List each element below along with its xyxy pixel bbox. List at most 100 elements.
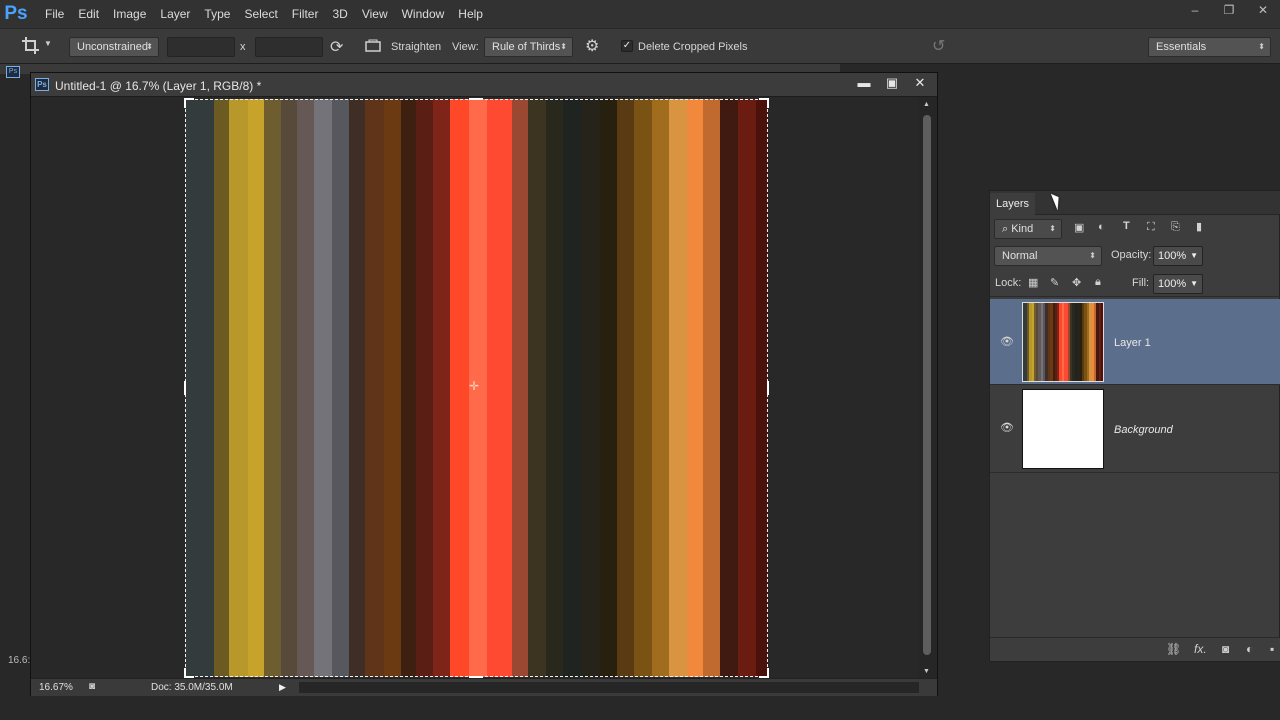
scroll-up-icon[interactable]: ▲ [923,101,930,108]
type-filter-icon[interactable]: T [1123,220,1130,232]
layer-style-fx-icon[interactable]: fx. [1194,642,1207,656]
pixel-filter-icon[interactable]: ▣ [1074,221,1084,234]
menu-bar: Ps File Edit Image Layer Type Select Fil… [0,0,1280,28]
crop-handle-left[interactable] [184,381,186,395]
scroll-thumb[interactable] [923,115,931,655]
document-window: Ps Untitled-1 @ 16.7% (Layer 1, RGB/8) *… [30,72,938,696]
workspace-dropdown[interactable]: Essentials ⬍ [1148,37,1271,57]
blend-mode-dropdown[interactable]: Normal ⬍ [994,246,1102,266]
crop-handle-right[interactable] [767,381,769,395]
adjustment-layer-icon[interactable]: ◐ [1246,642,1253,656]
checkmark-icon: ✓ [622,40,632,51]
swap-rotate-icon[interactable]: ⟳ [330,37,343,57]
doc-close-button[interactable]: ✕ [913,75,927,91]
crop-handle-top-right[interactable] [759,98,769,108]
layers-tab[interactable]: Layers [990,193,1036,215]
doc-minimize-button[interactable]: ▬ [857,75,871,91]
crop-width-field[interactable] [167,37,235,57]
visibility-eye-icon[interactable]: 👁︎ [1000,421,1014,434]
menu-window[interactable]: Window [395,0,452,28]
menu-3d[interactable]: 3D [325,0,354,28]
status-bar: 16.67% ◙ Doc: 35.0M/35.0M ▶ [31,678,937,696]
search-icon: ⌕ [1002,223,1012,235]
chevron-down-icon[interactable]: ▼ [1190,247,1198,265]
layer-row-background[interactable]: 👁︎ Background [990,385,1280,473]
crop-handle-bottom-right[interactable] [759,668,769,678]
fill-field[interactable]: 100% ▼ [1153,274,1203,294]
close-button[interactable]: ✕ [1254,3,1272,17]
ps-document-icon: Ps [6,66,20,78]
lock-label: Lock: [995,277,1022,289]
link-layers-icon[interactable]: ⛓ [1166,642,1181,656]
blend-row: Normal ⬍ Opacity: 100% ▼ [990,243,1280,269]
menu-help[interactable]: Help [451,0,490,28]
new-group-icon[interactable]: ▪ [1270,642,1274,656]
scroll-down-icon[interactable]: ▼ [923,668,930,675]
background-layer-name[interactable]: Background [1114,424,1173,436]
chevron-down-icon[interactable]: ▼ [1190,275,1198,293]
crop-tool-button[interactable] [20,36,42,56]
view-label: View: [452,41,479,53]
menu-edit[interactable]: Edit [71,0,106,28]
reset-icon[interactable]: ↺ [932,36,945,56]
straighten-icon [365,39,381,52]
menu-select[interactable]: Select [237,0,284,28]
lock-transparent-icon[interactable]: ▦ [1028,276,1038,289]
lock-row: Lock: ▦ ✎ ✥ 🔒︎ Fill: 100% ▼ [990,271,1280,297]
adjustment-filter-icon[interactable]: ◐ [1098,221,1105,233]
filter-toggle-icon[interactable]: ▮ [1196,220,1202,233]
restore-button[interactable]: ❐ [1220,3,1238,17]
updown-icon: ⬍ [1089,251,1096,260]
menu-view[interactable]: View [355,0,395,28]
horizontal-scrollbar[interactable] [299,682,919,693]
crop-handle-top-left[interactable] [184,98,194,108]
layer-row-layer-1[interactable]: 👁︎ Layer 1 [990,299,1280,385]
layers-panel-footer: ⛓ fx. ◙ ◐ ▪ [990,637,1280,661]
crop-handle-top[interactable] [469,98,483,100]
gear-icon[interactable]: ⚙ [585,36,599,56]
document-titlebar[interactable]: Ps Untitled-1 @ 16.7% (Layer 1, RGB/8) *… [31,73,937,97]
tool-preset-chevron-icon[interactable]: ▼ [44,39,52,48]
delete-cropped-label: Delete Cropped Pixels [638,41,748,53]
doc-maximize-button[interactable]: ▣ [885,75,899,91]
vertical-scrollbar[interactable]: ▲ ▼ [921,99,933,677]
status-info-icon[interactable]: ◙ [89,681,95,692]
ratio-value: Unconstrained [77,41,148,53]
layer-1-name[interactable]: Layer 1 [1114,337,1151,349]
ratio-dropdown[interactable]: Unconstrained ⬍ [69,37,159,57]
menu-image[interactable]: Image [106,0,153,28]
delete-cropped-checkbox[interactable]: ✓ [621,40,633,52]
document-window-controls: ▬ ▣ ✕ [857,75,927,91]
visibility-eye-icon[interactable]: 👁︎ [1000,335,1014,348]
thumb-stripe [1101,303,1103,381]
view-overlay-dropdown[interactable]: Rule of Thirds ⬍ [484,37,573,57]
menu-file[interactable]: File [38,0,71,28]
lock-all-icon[interactable]: 🔒︎ [1095,276,1101,289]
menu-type[interactable]: Type [197,0,237,28]
document-info: Doc: 35.0M/35.0M [151,682,233,693]
layers-panel-header: Layers [990,191,1280,215]
crop-handle-bottom-left[interactable] [184,668,194,678]
straighten-label[interactable]: Straighten [391,41,441,53]
straighten-button[interactable] [364,38,382,54]
menu-filter[interactable]: Filter [285,0,326,28]
layers-panel: Layers ⌕ Kind ⬍ ▣ ◐ T ⛶ ⎘ ▮ Normal ⬍ Opa… [989,190,1280,662]
layer-mask-icon[interactable]: ◙ [1222,642,1229,656]
opacity-field[interactable]: 100% ▼ [1153,246,1203,266]
menu-layer[interactable]: Layer [153,0,197,28]
menu-items: File Edit Image Layer Type Select Filter… [38,0,490,28]
photoshop-logo: Ps [4,3,28,24]
smart-object-filter-icon[interactable]: ⎘ [1171,221,1180,234]
background-thumbnail [1022,389,1104,469]
lock-image-icon[interactable]: ✎ [1050,276,1059,289]
lock-position-icon[interactable]: ✥ [1072,276,1081,289]
workspace-value: Essentials [1156,41,1207,53]
status-menu-arrow-icon[interactable]: ▶ [279,682,286,693]
minimize-button[interactable]: – [1186,3,1204,17]
document-title: Untitled-1 @ 16.7% (Layer 1, RGB/8) * [55,79,262,93]
canvas-area[interactable]: ✛ [31,97,919,679]
zoom-level[interactable]: 16.67% [39,682,73,693]
filter-kind-dropdown[interactable]: ⌕ Kind ⬍ [994,219,1062,239]
crop-height-field[interactable] [255,37,323,57]
shape-filter-icon[interactable]: ⛶ [1147,221,1155,234]
